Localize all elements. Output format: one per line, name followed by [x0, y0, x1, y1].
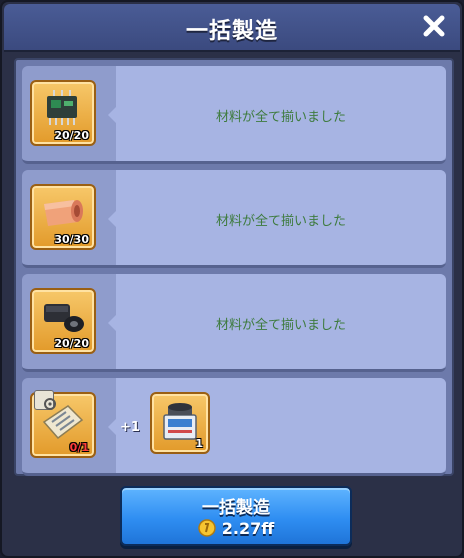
output-panel: +1 1 — [108, 378, 446, 473]
coin-icon — [198, 519, 216, 537]
circuit-board-icon — [47, 90, 77, 125]
output-count: 1 — [195, 437, 203, 450]
status-text: 材料が全て揃いました — [215, 214, 346, 229]
cost-value: 2.27ff — [221, 519, 275, 538]
material-slot[interactable]: 30/30 — [30, 184, 96, 250]
close-button[interactable] — [420, 12, 448, 40]
status-text: 材料が全て揃いました — [215, 110, 346, 125]
cost-display: 2.27ff — [122, 519, 350, 538]
dialog-title: 一括製造 — [185, 19, 278, 44]
rubber-part-icon — [44, 304, 84, 332]
status-text: 材料が全て揃いました — [215, 318, 346, 333]
batch-craft-label: 一括製造 — [202, 498, 270, 518]
blueprint-count: 0/1 — [69, 441, 89, 454]
batch-craft-dialog: 一括製造 20/20 材料が全て揃いました 30/30 材料が全て揃いました 2… — [0, 0, 464, 558]
gear-icon — [44, 398, 56, 410]
plus-count: +1 — [120, 420, 140, 435]
material-count: 20/20 — [54, 337, 89, 350]
gear-badge — [34, 390, 56, 410]
close-icon — [423, 15, 445, 37]
material-row: 30/30 材料が全て揃いました — [22, 170, 446, 268]
copper-roll-icon — [44, 200, 83, 226]
status-panel: 材料が全て揃いました — [108, 170, 446, 265]
dialog-footer: 一括製造 2.27ff — [4, 478, 460, 556]
batch-craft-button[interactable]: 一括製造 2.27ff — [120, 486, 352, 546]
dialog-header: 一括製造 — [4, 4, 460, 52]
material-row: 20/20 材料が全て揃いました — [22, 274, 446, 372]
blueprint-slot[interactable]: 0/1 — [30, 390, 96, 458]
output-slot[interactable]: 1 — [150, 392, 210, 454]
status-panel: 材料が全て揃いました — [108, 66, 446, 161]
craft-row: 0/1 +1 1 — [22, 378, 446, 476]
material-slot[interactable]: 20/20 — [30, 288, 96, 354]
material-slot[interactable]: 20/20 — [30, 80, 96, 146]
status-panel: 材料が全て揃いました — [108, 274, 446, 369]
material-count: 20/20 — [54, 129, 89, 142]
materials-list: 20/20 材料が全て揃いました 30/30 材料が全て揃いました 20/20 … — [14, 58, 454, 476]
material-row: 20/20 材料が全て揃いました — [22, 66, 446, 164]
material-count: 30/30 — [54, 233, 89, 246]
